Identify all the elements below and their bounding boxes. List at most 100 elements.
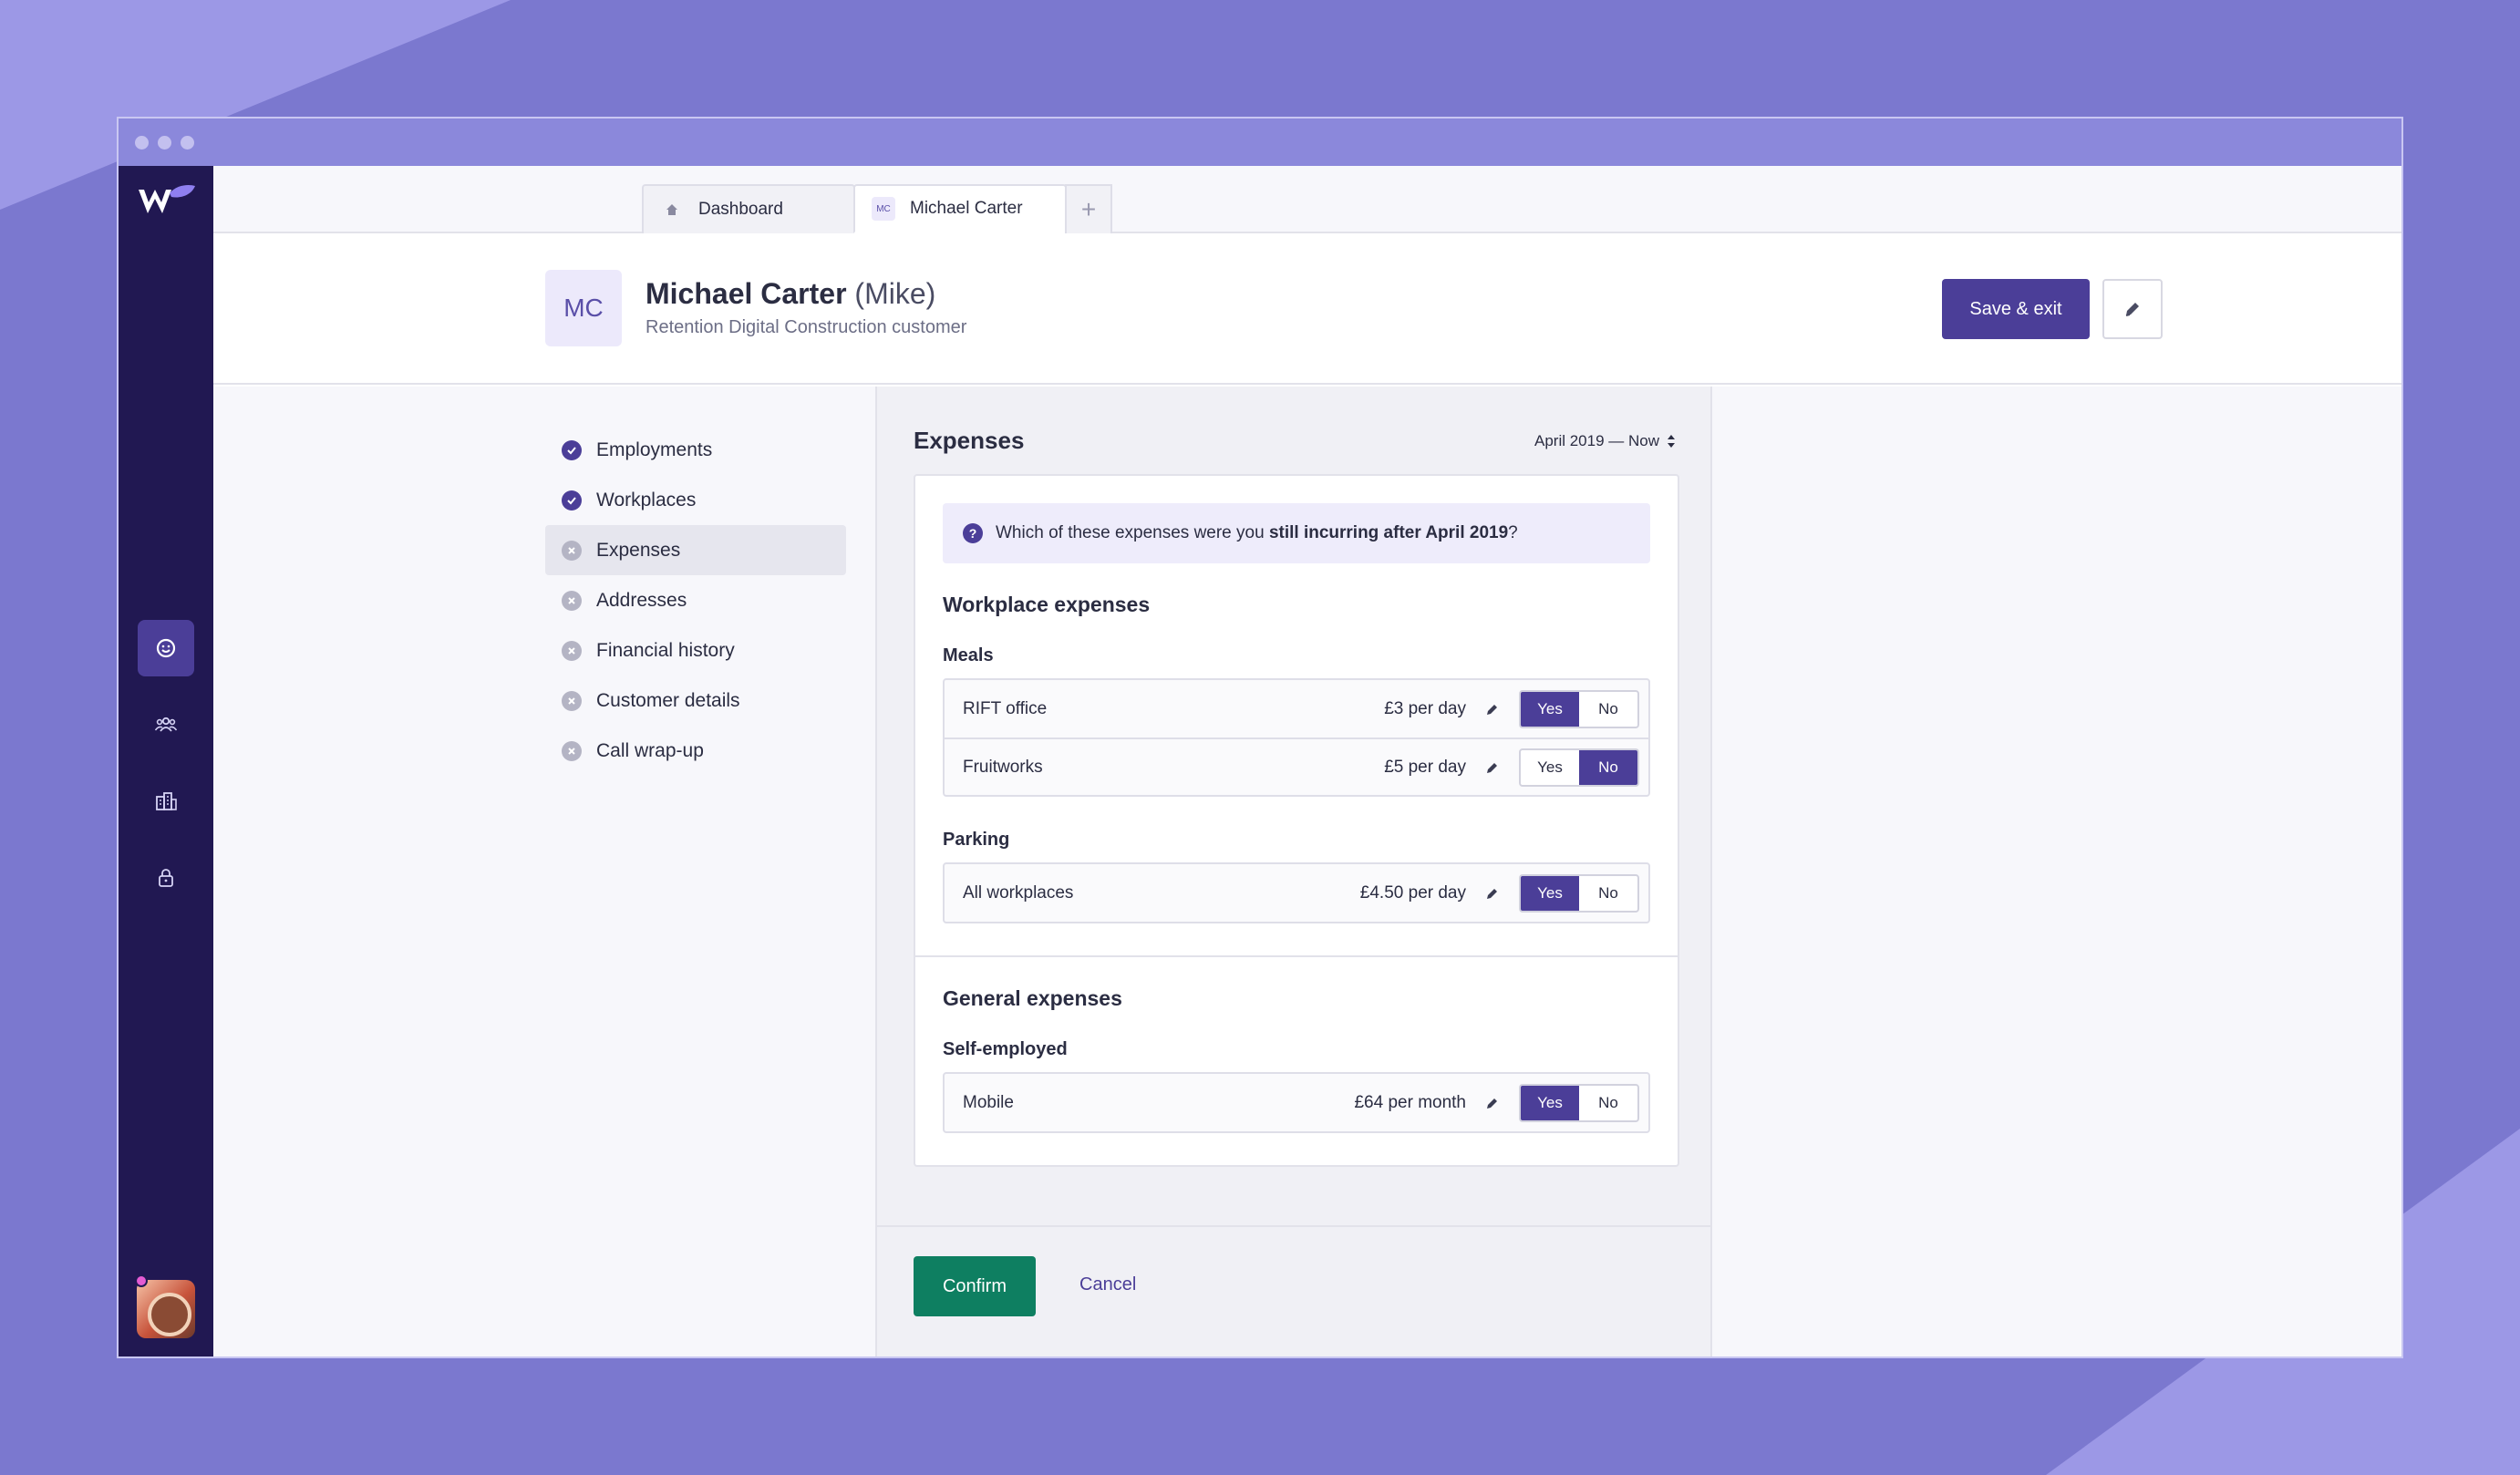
tab-michael-carter[interactable]: MC Michael Carter [853,184,1067,233]
window-dot-close[interactable] [135,135,149,150]
expenses-card: ? Which of these expenses were you still… [914,474,1679,1167]
nav-rail [119,166,213,1356]
confirm-button[interactable]: Confirm [914,1256,1036,1316]
window-titlebar [119,119,2401,166]
app-logo-icon[interactable] [137,182,197,219]
pencil-icon[interactable] [1482,699,1503,719]
step-expenses[interactable]: Expenses [545,525,846,575]
expense-name: Fruitworks [963,757,1043,777]
expense-name: RIFT office [963,698,1048,718]
meals-list: RIFT office £3 per day Yes No Fruitworks [943,678,1650,797]
pencil-icon[interactable] [1482,758,1503,778]
yes-no-toggle: Yes No [1519,748,1639,787]
no-button[interactable]: No [1579,1086,1637,1120]
self-employed-list: Mobile £64 per month Yes No [943,1072,1650,1133]
browser-window: Dashboard MC Michael Carter + MC Michael… [117,117,2403,1358]
yes-no-toggle: Yes No [1519,689,1639,728]
step-employments[interactable]: Employments [545,425,846,475]
step-financial-history[interactable]: Financial history [545,625,846,676]
parking-list: All workplaces £4.50 per day Yes No [943,862,1650,923]
yes-button[interactable]: Yes [1521,691,1579,727]
expense-name: Mobile [963,1092,1014,1112]
expenses-panel: Expenses April 2019 — Now ? Which of the… [875,387,1712,1356]
period-label: April 2019 — Now [1534,432,1659,449]
check-icon [562,439,582,460]
plus-icon: + [1080,195,1097,223]
content-area: Employments Workplaces Expenses Addresse… [213,387,2401,1356]
panel-title: Expenses [914,427,1025,454]
step-call-wrap-up[interactable]: Call wrap-up [545,726,846,776]
step-label: Workplaces [596,489,697,511]
expense-row-mobile: Mobile £64 per month Yes No [945,1074,1648,1131]
no-button[interactable]: No [1579,876,1637,911]
check-icon [562,490,582,511]
yes-button[interactable]: Yes [1521,750,1579,785]
expense-amount: £3 per day [1384,698,1466,718]
customer-avatar: MC [545,270,622,346]
step-label: Customer details [596,689,740,711]
tab-dashboard[interactable]: Dashboard [642,184,855,233]
sort-arrows-icon [1668,435,1675,448]
nav-security-button[interactable] [138,850,194,906]
expense-amount: £4.50 per day [1359,882,1466,903]
tab-label: Michael Carter [910,199,1023,218]
tab-label: Dashboard [698,200,783,219]
yes-no-toggle: Yes No [1519,873,1639,913]
window-dot-maximize[interactable] [181,135,194,150]
expense-amount: £5 per day [1384,757,1466,777]
expense-name: All workplaces [963,882,1074,903]
step-workplaces[interactable]: Workplaces [545,475,846,525]
save-exit-button[interactable]: Save & exit [1942,279,2090,339]
app: Dashboard MC Michael Carter + MC Michael… [119,166,2401,1356]
question-icon: ? [963,523,983,543]
section-divider [915,955,1678,957]
buildings-icon [156,792,177,810]
x-circle-icon [562,690,582,711]
no-button[interactable]: No [1579,749,1637,785]
nav-team-button[interactable] [138,696,194,753]
step-label: Call wrap-up [596,739,704,761]
yes-button[interactable]: Yes [1521,1085,1579,1120]
workplace-expenses-title: Workplace expenses [943,593,1151,616]
customer-nickname: (Mike) [854,277,936,310]
edit-customer-button[interactable] [2102,279,2163,339]
cancel-link[interactable]: Cancel [1079,1274,1136,1295]
main-area: Dashboard MC Michael Carter + MC Michael… [213,166,2401,1356]
meals-title: Meals [943,645,994,665]
step-list: Employments Workplaces Expenses Addresse… [545,425,846,776]
smiley-icon [156,638,176,658]
step-addresses[interactable]: Addresses [545,575,846,625]
customer-name: Michael Carter [645,277,847,310]
users-icon [154,717,178,732]
customer-name-line: Michael Carter (Mike) [645,277,935,311]
yes-button[interactable]: Yes [1521,875,1579,911]
tab-avatar: MC [872,197,895,221]
nav-customer-button[interactable] [138,620,194,676]
x-circle-icon [562,590,582,611]
question-text: Which of these expenses were you still i… [996,523,1518,542]
customer-header: MC Michael Carter (Mike) Retention Digit… [213,233,2401,385]
step-label: Expenses [596,539,681,561]
nav-buildings-button[interactable] [138,773,194,830]
notification-dot [135,1274,148,1287]
tab-strip: Dashboard MC Michael Carter + [213,166,2401,233]
expense-row-fruitworks: Fruitworks £5 per day Yes No [945,738,1648,795]
parking-title: Parking [943,830,1010,850]
user-avatar[interactable] [135,1274,195,1338]
period-selector[interactable]: April 2019 — Now [1534,432,1676,450]
add-tab-button[interactable]: + [1065,184,1112,233]
customer-subtitle: Retention Digital Construction customer [645,317,967,337]
pencil-icon [2125,303,2139,316]
no-button[interactable]: No [1579,692,1637,727]
general-expenses-title: General expenses [943,986,1122,1010]
step-customer-details[interactable]: Customer details [545,676,846,726]
expense-row-rift-office: RIFT office £3 per day Yes No [945,680,1648,738]
x-circle-icon [562,540,582,561]
yes-no-toggle: Yes No [1519,1083,1639,1122]
window-dot-minimize[interactable] [158,135,171,150]
pencil-icon[interactable] [1482,1093,1503,1113]
expense-amount: £64 per month [1354,1092,1466,1112]
lock-icon [159,869,173,887]
home-icon [660,198,684,222]
pencil-icon[interactable] [1482,883,1503,903]
